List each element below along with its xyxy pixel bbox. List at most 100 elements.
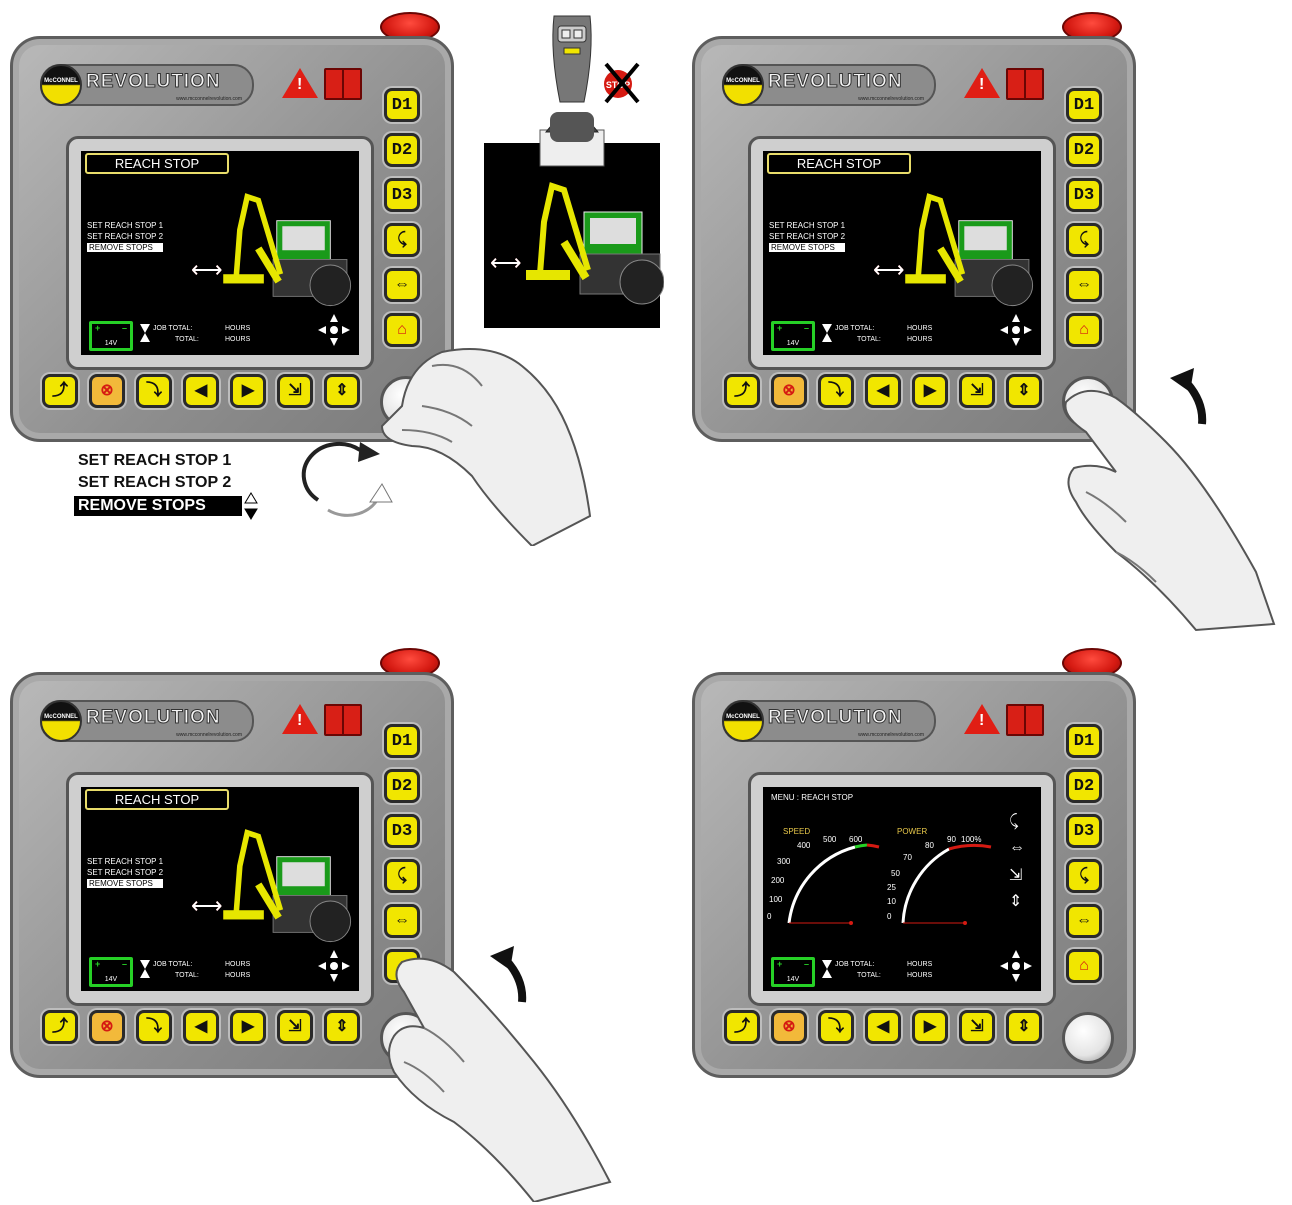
- reach-mode-button[interactable]: ⇔: [384, 904, 420, 938]
- hourglass-icon: [140, 960, 150, 978]
- menu-item-selected[interactable]: REMOVE STOPS: [769, 243, 845, 252]
- d1-button[interactable]: D1: [384, 88, 420, 122]
- reach-mode-button[interactable]: ⇔: [1066, 904, 1102, 938]
- menu-item[interactable]: SET REACH STOP 2: [87, 232, 163, 241]
- home-button[interactable]: ⌂: [384, 313, 420, 347]
- arrow-right-button[interactable]: ▶: [912, 1010, 948, 1044]
- float-button[interactable]: ⇲: [959, 1010, 995, 1044]
- lift-mode-button[interactable]: ⇕: [324, 1010, 360, 1044]
- power-tick: 100%: [961, 835, 982, 844]
- hitch-down-button[interactable]: ⤵: [818, 374, 854, 408]
- speed-gauge: [787, 843, 880, 925]
- battery-voltage: 14V: [786, 976, 800, 983]
- logo-url: www.mcconnelrevolution.com: [858, 732, 924, 738]
- rotary-knob[interactable]: [1062, 1012, 1114, 1064]
- hitch-up-button[interactable]: ⤴: [42, 1010, 78, 1044]
- hitch-down-button[interactable]: ⤵: [818, 1010, 854, 1044]
- reach-mode-icon: ⇔: [1009, 839, 1025, 856]
- lift-mode-icon: ⇕: [1017, 1018, 1031, 1035]
- total-label: TOTAL:: [175, 336, 199, 343]
- menu-item-selected[interactable]: REMOVE STOPS: [87, 243, 163, 252]
- logo-word: REVOLUTION: [768, 707, 903, 729]
- battery-voltage: 14V: [786, 340, 800, 347]
- float-button[interactable]: ⇲: [277, 1010, 313, 1044]
- d2-button[interactable]: D2: [384, 769, 420, 803]
- home-icon: ⌂: [397, 321, 407, 338]
- job-hours-label: HOURS: [907, 325, 933, 332]
- screen-title: REACH STOP: [85, 153, 229, 174]
- arrow-right-button[interactable]: ▶: [230, 374, 266, 408]
- hitch-down-button[interactable]: ⤵: [136, 1010, 172, 1044]
- head-angle-button[interactable]: ⤹: [1066, 223, 1102, 257]
- rotor-off-icon: ⊗: [782, 1018, 796, 1035]
- rotor-off-button[interactable]: ⊗: [89, 374, 125, 408]
- callout-item: SET REACH STOP 2: [78, 474, 232, 491]
- battery-indicator: + –14V: [89, 321, 133, 351]
- hitch-down-icon: ⤵: [827, 1018, 844, 1035]
- menu-item[interactable]: SET REACH STOP 1: [87, 221, 163, 230]
- home-button[interactable]: ⌂: [1066, 949, 1102, 983]
- d3-button[interactable]: D3: [1066, 814, 1102, 848]
- joystick-direction-icon: [318, 950, 350, 982]
- menu-item[interactable]: SET REACH STOP 2: [87, 868, 163, 877]
- d2-button[interactable]: D2: [1066, 769, 1102, 803]
- d1-button[interactable]: D1: [1066, 88, 1102, 122]
- menu-item-selected[interactable]: REMOVE STOPS: [87, 879, 163, 888]
- job-total-label: JOB TOTAL:: [153, 961, 193, 968]
- reach-mode-button[interactable]: ⇔: [384, 268, 420, 302]
- lift-mode-button[interactable]: ⇕: [324, 374, 360, 408]
- arrow-right-button[interactable]: ▶: [230, 1010, 266, 1044]
- job-hours-label: HOURS: [907, 961, 933, 968]
- hitch-up-button[interactable]: ⤴: [42, 374, 78, 408]
- menu-item[interactable]: SET REACH STOP 1: [769, 221, 845, 230]
- d2-button[interactable]: D2: [384, 133, 420, 167]
- hitch-up-button[interactable]: ⤴: [724, 1010, 760, 1044]
- head-angle-button[interactable]: ⤹: [1066, 859, 1102, 893]
- logo-url: www.mcconnelrevolution.com: [176, 96, 242, 102]
- arrow-left-button[interactable]: ◀: [865, 374, 901, 408]
- warning-icon: !: [282, 68, 318, 98]
- arrow-left-icon: ◀: [194, 1018, 208, 1035]
- menu-item[interactable]: SET REACH STOP 1: [87, 857, 163, 866]
- rotor-off-button[interactable]: ⊗: [771, 1010, 807, 1044]
- head-angle-button[interactable]: ⤹: [384, 223, 420, 257]
- d3-button[interactable]: D3: [384, 814, 420, 848]
- d1-button[interactable]: D1: [1066, 724, 1102, 758]
- arrow-right-button[interactable]: ▶: [912, 374, 948, 408]
- hitch-up-button[interactable]: ⤴: [724, 374, 760, 408]
- logo-word: REVOLUTION: [768, 71, 903, 93]
- display-bezel: REACH STOP SET REACH STOP 1 SET REACH STOP…: [66, 772, 374, 1006]
- hitch-down-button[interactable]: ⤵: [136, 374, 172, 408]
- menu-item[interactable]: SET REACH STOP 2: [769, 232, 845, 241]
- arrow-left-button[interactable]: ◀: [183, 374, 219, 408]
- power-tick: 90: [947, 835, 956, 844]
- arrow-left-button[interactable]: ◀: [865, 1010, 901, 1044]
- lift-mode-icon: ⇕: [335, 382, 349, 399]
- lift-mode-button[interactable]: ⇕: [1006, 374, 1042, 408]
- rotor-off-icon: ⊗: [100, 1018, 114, 1035]
- arrow-left-icon: ◀: [194, 382, 208, 399]
- d3-button[interactable]: D3: [1066, 178, 1102, 212]
- arrow-left-button[interactable]: ◀: [183, 1010, 219, 1044]
- d2-button[interactable]: D2: [1066, 133, 1102, 167]
- lift-mode-icon: ⇕: [1017, 382, 1031, 399]
- float-button[interactable]: ⇲: [959, 374, 995, 408]
- arrow-right-icon: ▶: [923, 382, 937, 399]
- float-button[interactable]: ⇲: [277, 374, 313, 408]
- arrow-left-icon: ◀: [876, 382, 890, 399]
- controller-panel: McCONNEL REVOLUTION www.mcconnelrevolution…: [692, 648, 1142, 1078]
- lift-mode-button[interactable]: ⇕: [1006, 1010, 1042, 1044]
- float-icon: ⇲: [288, 382, 302, 399]
- logo-word: REVOLUTION: [86, 707, 221, 729]
- rotor-off-button[interactable]: ⊗: [771, 374, 807, 408]
- reach-mode-icon: ⇔: [1076, 912, 1092, 929]
- reach-mode-button[interactable]: ⇔: [1066, 268, 1102, 302]
- head-angle-button[interactable]: ⤹: [384, 859, 420, 893]
- d3-button[interactable]: D3: [384, 178, 420, 212]
- rotor-off-button[interactable]: ⊗: [89, 1010, 125, 1044]
- job-hours-label: HOURS: [225, 325, 251, 332]
- speed-tick: 0: [767, 912, 772, 921]
- d1-button[interactable]: D1: [384, 724, 420, 758]
- power-tick: 0: [887, 912, 892, 921]
- home-button[interactable]: ⌂: [1066, 313, 1102, 347]
